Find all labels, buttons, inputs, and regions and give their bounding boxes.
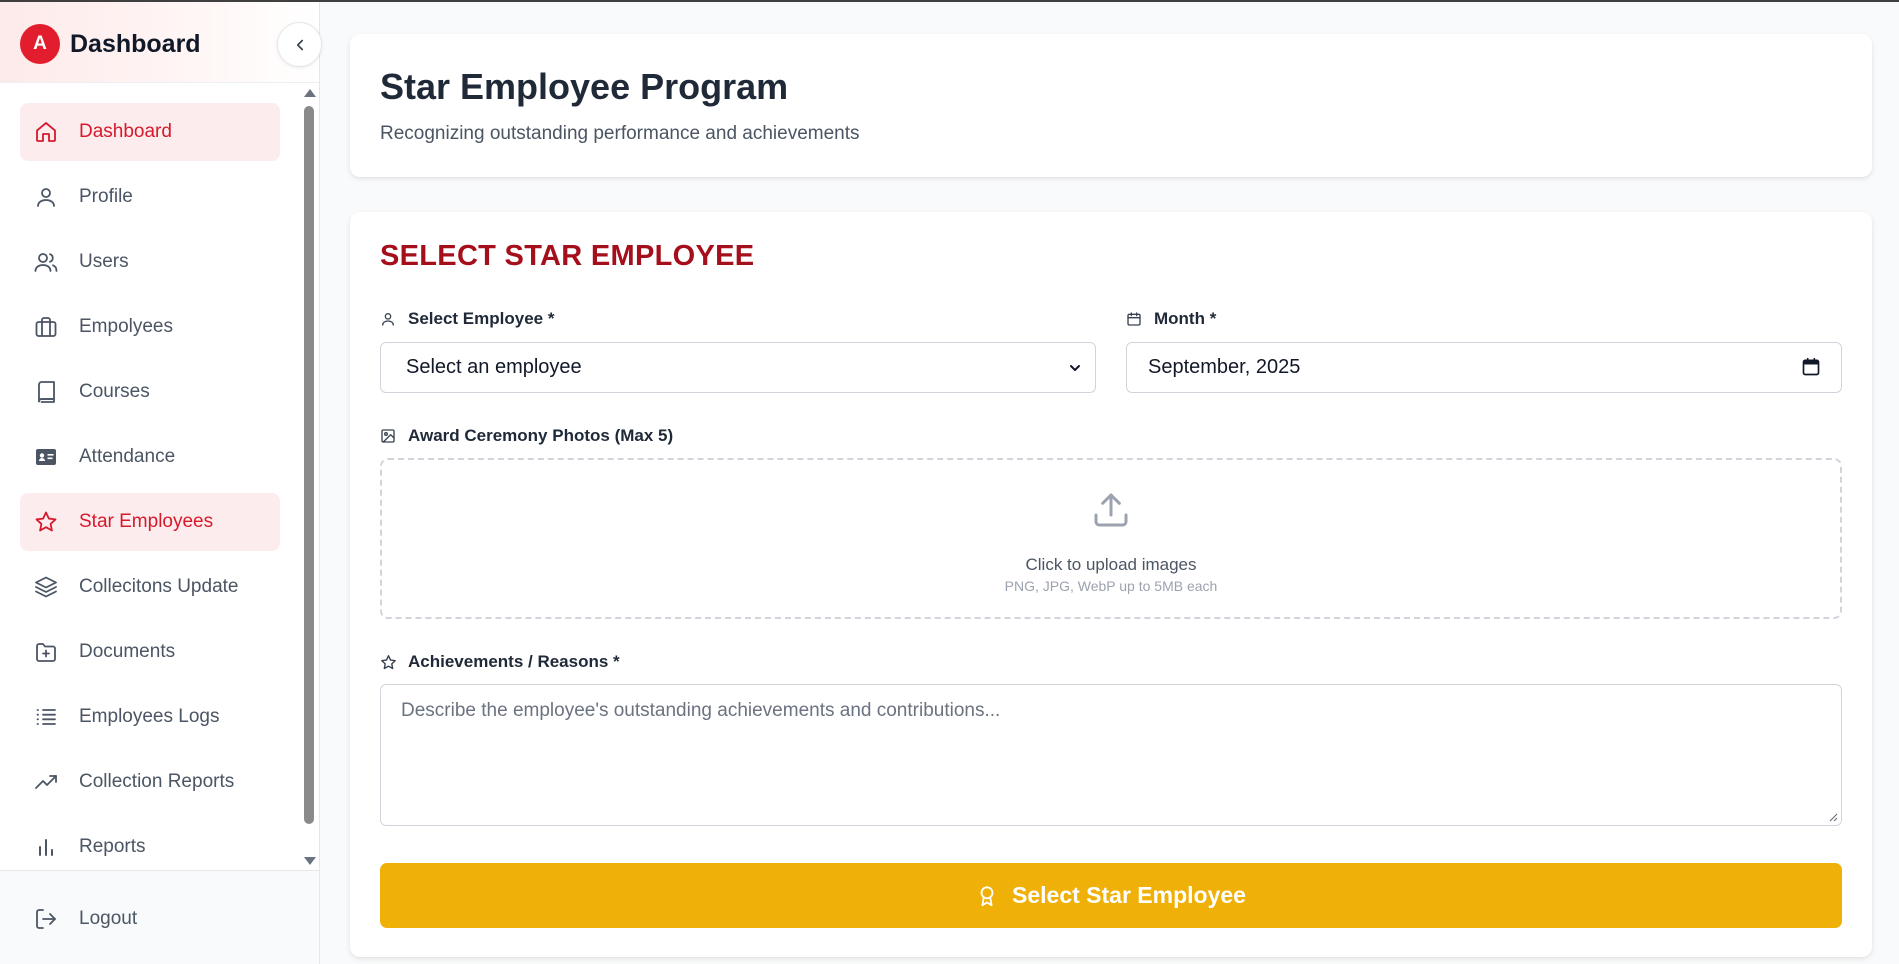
chevron-down-icon [1070,365,1080,371]
logout-button[interactable]: Logout [20,891,280,947]
sidebar-item-label: Courses [79,381,150,402]
star-employee-form: SELECT STAR EMPLOYEE Select Employee * S… [350,212,1872,957]
award-icon [976,885,998,907]
sidebar-title: Dashboard [70,30,201,58]
sidebar-item-label: Collection Reports [79,771,235,792]
sidebar-nav: Dashboard Profile Users Empolyees Course… [0,84,302,869]
sidebar-scrollbar[interactable] [302,86,316,868]
achievements-label: Achievements / Reasons * [380,652,620,672]
sidebar-item-employees[interactable]: Empolyees [20,298,280,356]
sidebar-item-label: Empolyees [79,316,173,337]
achievements-textarea[interactable]: Describe the employee's outstanding achi… [380,684,1842,826]
employee-select-value: Select an employee [406,356,582,378]
month-label: Month * [1126,309,1216,329]
app-logo: A [20,24,60,64]
submit-label: Select Star Employee [1012,882,1246,908]
sidebar-item-attendance[interactable]: Attendance [20,428,280,486]
trending-up-icon [34,770,58,794]
sidebar-item-label: Profile [79,186,133,207]
window-top-border [0,0,1899,2]
employee-label: Select Employee * [380,309,554,329]
book-icon [34,380,58,404]
sidebar-item-label: Star Employees [79,511,214,532]
star-icon [34,510,58,534]
users-icon [34,250,58,274]
scroll-down-arrow-icon[interactable] [304,857,316,865]
sidebar: A Dashboard Dashboard Profile Users Empo… [0,0,322,964]
sidebar-item-star-employees[interactable]: Star Employees [20,493,280,551]
logout-icon [34,907,58,931]
scrollbar-thumb[interactable] [304,106,314,824]
sidebar-item-label: Attendance [79,446,176,467]
chevron-left-icon [296,39,303,50]
briefcase-icon [34,315,58,339]
id-card-icon [34,445,58,469]
calendar-icon [1126,310,1144,328]
page-header-card: Star Employee Program Recognizing outsta… [350,34,1872,177]
month-input-value: September, 2025 [1148,356,1301,378]
employee-label-text: Select Employee * [408,309,555,328]
sidebar-item-reports[interactable]: Reports [20,818,280,869]
bar-chart-icon [34,835,58,859]
sidebar-header: A Dashboard [0,2,319,83]
user-icon [380,310,398,328]
section-title: SELECT STAR EMPLOYEE [380,240,755,272]
achievements-placeholder: Describe the employee's outstanding achi… [401,700,1001,721]
photos-label: Award Ceremony Photos (Max 5) [380,426,673,446]
sidebar-item-collections-update[interactable]: Collecitons Update [20,558,280,616]
calendar-picker-icon[interactable] [1801,357,1821,377]
sidebar-item-profile[interactable]: Profile [20,168,280,226]
home-icon [34,120,58,144]
sidebar-item-label: Employees Logs [79,706,220,727]
sidebar-item-label: Users [79,251,129,272]
sidebar-item-documents[interactable]: Documents [20,623,280,681]
sidebar-footer: Logout [0,870,319,964]
sidebar-item-label: Reports [79,836,146,857]
scroll-up-arrow-icon[interactable] [304,89,316,97]
sidebar-item-label: Dashboard [79,121,172,142]
upload-icon [1094,493,1128,527]
employee-select[interactable]: Select an employee [380,342,1096,393]
page-title: Star Employee Program [380,66,789,107]
sidebar-item-courses[interactable]: Courses [20,363,280,421]
star-icon [380,653,398,671]
collapse-sidebar-button[interactable] [277,22,322,67]
month-label-text: Month * [1154,309,1217,328]
sidebar-item-label: Documents [79,641,176,662]
photos-label-text: Award Ceremony Photos (Max 5) [408,426,674,445]
month-input[interactable]: September, 2025 [1126,342,1842,393]
logout-label: Logout [79,908,138,929]
resize-handle-icon[interactable] [1828,812,1838,822]
select-star-employee-button[interactable]: Select Star Employee [380,863,1842,928]
sidebar-item-collection-reports[interactable]: Collection Reports [20,753,280,811]
sidebar-item-dashboard[interactable]: Dashboard [20,103,280,161]
upload-hint: PNG, JPG, WebP up to 5MB each [1004,578,1218,594]
sidebar-item-users[interactable]: Users [20,233,280,291]
sidebar-item-employees-logs[interactable]: Employees Logs [20,688,280,746]
page-subtitle: Recognizing outstanding performance and … [380,123,860,144]
achievements-label-text: Achievements / Reasons * [408,652,620,671]
user-icon [34,185,58,209]
layers-icon [34,575,58,599]
sidebar-item-label: Collecitons Update [79,576,239,597]
folder-plus-icon [34,640,58,664]
image-icon [380,427,398,445]
photo-upload-dropzone[interactable]: Click to upload images PNG, JPG, WebP up… [380,458,1842,619]
list-icon [34,705,58,729]
upload-text: Click to upload images [1025,555,1197,574]
